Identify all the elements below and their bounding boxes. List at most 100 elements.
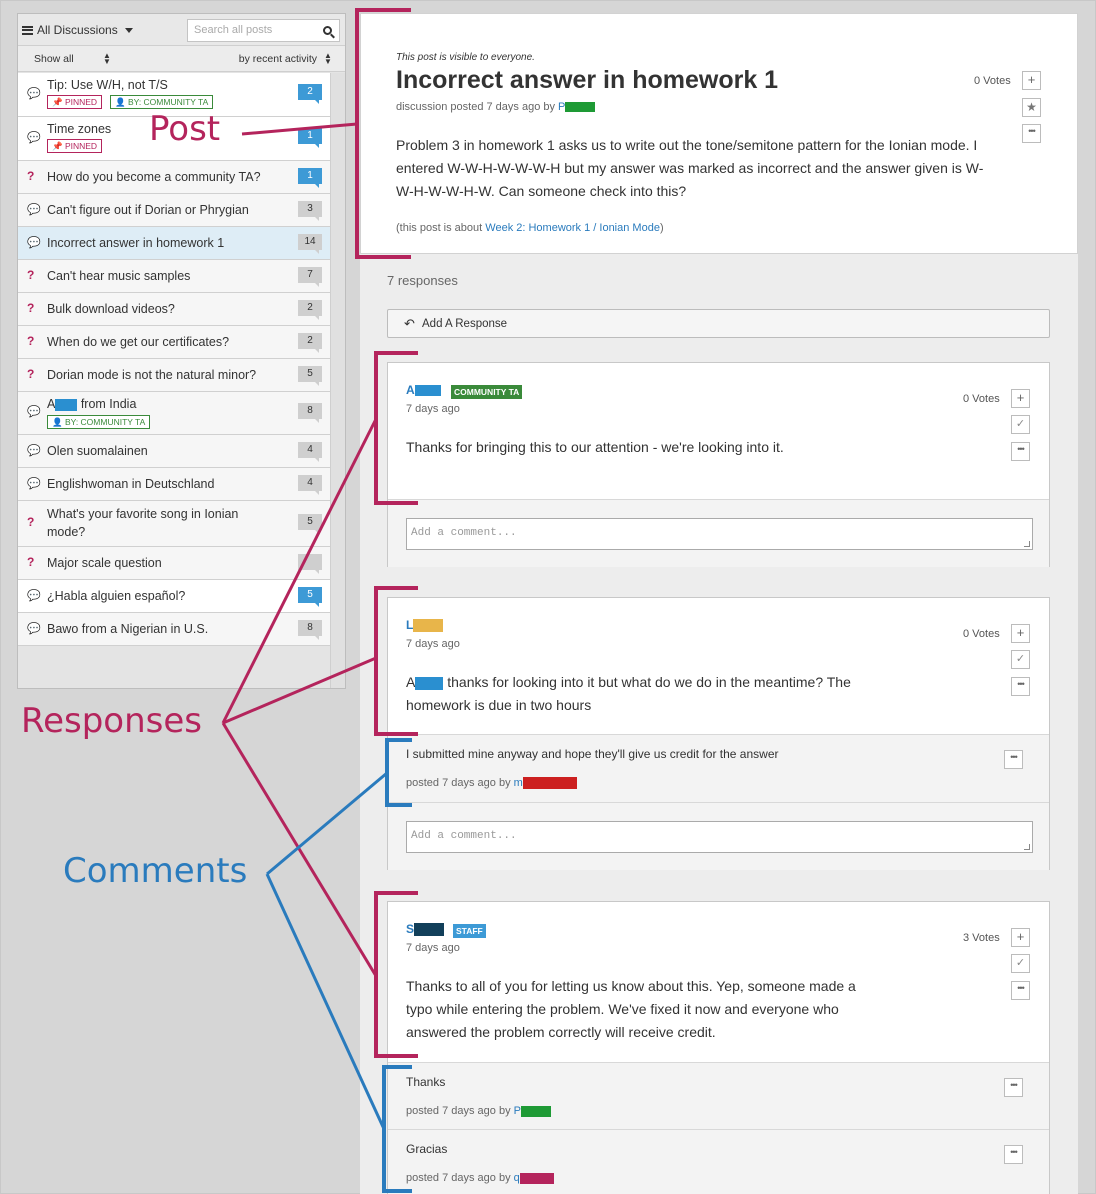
all-discussions-menu[interactable]: All Discussions bbox=[22, 23, 133, 37]
up-down-arrows-icon: ▲ ▼ bbox=[103, 51, 111, 66]
title-suffix: from India bbox=[77, 397, 137, 411]
thread-item[interactable]: 💬 Olen suomalainen 4 bbox=[18, 435, 330, 468]
response-time: 7 days ago bbox=[406, 638, 460, 650]
more-options-button[interactable]: ••• bbox=[1011, 677, 1030, 696]
thread-title: Bulk download videos? bbox=[47, 302, 175, 316]
chat-bubble-icon: 💬 bbox=[27, 406, 41, 418]
about-prefix: (this post is about bbox=[396, 222, 486, 234]
thread-item[interactable]: ? How do you become a community TA? 1 bbox=[18, 161, 330, 194]
thread-item[interactable]: 💬 Can't figure out if Dorian or Phrygian… bbox=[18, 194, 330, 227]
comment-author-link[interactable]: P bbox=[514, 1105, 521, 1117]
community-ta-tag: 👤 BY: COMMUNITY TA bbox=[47, 415, 151, 429]
comment-author-link[interactable]: m bbox=[514, 777, 523, 789]
follow-star-button[interactable]: ★ bbox=[1022, 98, 1041, 117]
vote-count: 0 Votes bbox=[963, 628, 1000, 640]
redacted-name bbox=[565, 102, 596, 113]
endorse-check-button[interactable]: ✓ bbox=[1011, 954, 1030, 973]
redacted-name bbox=[413, 619, 444, 633]
thread-item[interactable]: ? Can't hear music samples 7 bbox=[18, 260, 330, 293]
vote-count: 0 Votes bbox=[963, 393, 1000, 405]
add-response-button[interactable]: ↶ Add A Response bbox=[387, 309, 1050, 338]
response-body: A thanks for looking into it but what do… bbox=[406, 671, 906, 717]
thread-item[interactable]: ? When do we get our certificates? 2 bbox=[18, 326, 330, 359]
chat-bubble-icon: 💬 bbox=[27, 132, 41, 144]
community-ta-label: BY: COMMUNITY TA bbox=[64, 417, 146, 427]
thread-item[interactable]: ? Dorian mode is not the natural minor? … bbox=[18, 359, 330, 392]
thread-item[interactable]: ? What's your favorite song in Ionian mo… bbox=[18, 501, 330, 547]
thread-item-active[interactable]: 💬 Incorrect answer in homework 1 14 bbox=[18, 227, 330, 260]
more-options-button[interactable]: ••• bbox=[1011, 442, 1030, 461]
more-options-button[interactable]: ••• bbox=[1011, 981, 1030, 1000]
post-title: Incorrect answer in homework 1 bbox=[396, 66, 779, 94]
comment: Thanks posted 7 days ago by P ••• bbox=[388, 1063, 1049, 1130]
more-options-button[interactable]: ••• bbox=[1004, 750, 1023, 769]
chat-bubble-icon: 💬 bbox=[27, 204, 41, 216]
author-initial: L bbox=[406, 618, 414, 632]
response-author[interactable]: A bbox=[406, 383, 441, 397]
author-initial: S bbox=[406, 922, 415, 936]
thread-item[interactable]: ? Major scale question bbox=[18, 547, 330, 580]
add-comment-input[interactable]: Add a comment... bbox=[406, 518, 1033, 550]
pinned-tag: 📌 PINNED bbox=[47, 95, 103, 109]
post-body: Problem 3 in homework 1 asks us to write… bbox=[396, 137, 984, 199]
endorse-check-button[interactable]: ✓ bbox=[1011, 650, 1030, 669]
about-link[interactable]: Week 2: Homework 1 / Ionian Mode bbox=[485, 222, 660, 234]
thread-item[interactable]: 💬 Bawo from a Nigerian in U.S. 8 bbox=[18, 613, 330, 646]
thread-item[interactable]: 💬 Englishwoman in Deutschland 4 bbox=[18, 468, 330, 501]
sidebar-filter-bar: Show all ▲ ▼ by recent activity ▲ ▼ bbox=[18, 46, 345, 72]
screenshot-frame: All Discussions Search all posts Show al… bbox=[0, 0, 1096, 1194]
thread-title: What's your favorite song in Ionian mode… bbox=[47, 507, 239, 539]
thread-item[interactable]: 💬 ¿Habla alguien español? 5 bbox=[18, 580, 330, 613]
endorse-check-button[interactable]: ✓ bbox=[1011, 415, 1030, 434]
original-post: This post is visible to everyone. Incorr… bbox=[360, 13, 1078, 254]
comment-placeholder: Add a comment... bbox=[411, 830, 517, 842]
more-options-button[interactable]: ••• bbox=[1022, 124, 1041, 143]
search-icon[interactable] bbox=[323, 26, 332, 35]
thread-item[interactable]: 💬 A from India 👤 BY: COMMUNITY TA 8 bbox=[18, 392, 330, 435]
comment-meta: posted 7 days ago by q bbox=[406, 1172, 554, 1184]
sidebar-scrollbar[interactable] bbox=[330, 73, 345, 688]
upvote-plus-button[interactable]: + bbox=[1011, 928, 1030, 947]
community-ta-tag: 👤 BY: COMMUNITY TA bbox=[110, 95, 214, 109]
thread-title: Can't figure out if Dorian or Phrygian bbox=[47, 203, 249, 217]
sort-select[interactable]: by recent activity bbox=[239, 53, 317, 65]
comments-section: I submitted mine anyway and hope they'll… bbox=[388, 734, 1049, 870]
question-icon: ? bbox=[27, 367, 35, 381]
comment-meta: posted 7 days ago by m bbox=[406, 777, 577, 790]
reply-arrow-icon: ↶ bbox=[404, 316, 415, 331]
more-options-button[interactable]: ••• bbox=[1004, 1145, 1023, 1164]
post-author-link[interactable]: P bbox=[558, 101, 565, 113]
post-meta-text: discussion posted 7 days ago by bbox=[396, 101, 559, 113]
chat-bubble-icon: 💬 bbox=[27, 478, 41, 490]
thread-title: When do we get our certificates? bbox=[47, 335, 230, 349]
thread-title: Incorrect answer in homework 1 bbox=[47, 236, 225, 250]
more-options-button[interactable]: ••• bbox=[1004, 1078, 1023, 1097]
search-placeholder: Search all posts bbox=[194, 24, 273, 36]
pinned-label: PINNED bbox=[64, 141, 98, 151]
search-input[interactable]: Search all posts bbox=[187, 19, 340, 42]
show-filter-select[interactable]: Show all bbox=[34, 53, 74, 65]
thread-title: Tip: Use W/H, not T/S bbox=[47, 78, 168, 92]
add-comment-input[interactable]: Add a comment... bbox=[406, 821, 1033, 853]
thread-title: How do you become a community TA? bbox=[47, 170, 261, 184]
question-icon: ? bbox=[27, 515, 35, 529]
resize-grip-icon[interactable] bbox=[1024, 844, 1030, 850]
question-icon: ? bbox=[27, 301, 35, 315]
chat-bubble-icon: 💬 bbox=[27, 237, 41, 249]
response-author[interactable]: L bbox=[406, 618, 444, 633]
redacted-name bbox=[415, 676, 444, 690]
upvote-plus-button[interactable]: + bbox=[1022, 71, 1041, 90]
thread-item[interactable]: ? Bulk download videos? 2 bbox=[18, 293, 330, 326]
upvote-plus-button[interactable]: + bbox=[1011, 624, 1030, 643]
comment: Gracias posted 7 days ago by q ••• bbox=[388, 1130, 1049, 1194]
upvote-plus-button[interactable]: + bbox=[1011, 389, 1030, 408]
all-discussions-label: All Discussions bbox=[37, 23, 118, 37]
resize-grip-icon[interactable] bbox=[1024, 541, 1030, 547]
response-author[interactable]: S bbox=[406, 922, 445, 937]
chat-bubble-icon: 💬 bbox=[27, 445, 41, 457]
redacted-name bbox=[522, 777, 577, 790]
comment-text: Thanks bbox=[406, 1075, 446, 1089]
question-icon: ? bbox=[27, 268, 35, 282]
response-count: 7 bbox=[298, 267, 322, 287]
chat-bubble-icon: 💬 bbox=[27, 590, 41, 602]
